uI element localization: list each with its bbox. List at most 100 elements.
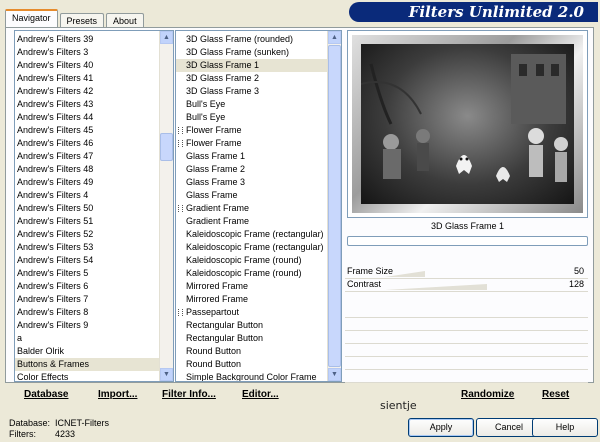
- filter-item[interactable]: Rectangular Button: [176, 319, 327, 332]
- tab-about[interactable]: About: [106, 13, 144, 28]
- category-item[interactable]: Andrew's Filters 46: [15, 137, 159, 150]
- filter-item[interactable]: 3D Glass Frame (rounded): [176, 33, 327, 46]
- filter-item-label: Glass Frame 2: [186, 164, 246, 174]
- category-list[interactable]: Andrew's Filters 39 Andrew's Filters 3 And…: [14, 30, 174, 382]
- category-scrollbar[interactable]: ▲ ▼: [159, 31, 173, 381]
- filter-item[interactable]: Round Button: [176, 345, 327, 358]
- filter-item[interactable]: Mirrored Frame: [176, 293, 327, 306]
- filter-item[interactable]: Passepartout: [176, 306, 327, 319]
- filter-item[interactable]: Rectangular Button: [176, 332, 327, 345]
- editor-button[interactable]: Editor...: [242, 389, 279, 400]
- filter-item[interactable]: Glass Frame 2: [176, 163, 327, 176]
- filter-item-label: Round Button: [186, 359, 242, 369]
- category-item[interactable]: Andrew's Filters 9: [15, 319, 159, 332]
- import-button[interactable]: Import...: [98, 389, 137, 400]
- filter-item[interactable]: 3D Glass Frame 3: [176, 85, 327, 98]
- status-area: Database: ICNET-Filters Filters: 4233: [9, 418, 109, 440]
- parameter-row[interactable]: Frame Size 50: [345, 265, 588, 279]
- category-item[interactable]: Andrew's Filters 41: [15, 72, 159, 85]
- filter-item[interactable]: Mirrored Frame: [176, 280, 327, 293]
- category-item[interactable]: Andrew's Filters 8: [15, 306, 159, 319]
- randomize-button[interactable]: Randomize: [461, 389, 514, 400]
- filter-item[interactable]: Flower Frame: [176, 124, 327, 137]
- category-item[interactable]: Color Effects: [15, 371, 159, 381]
- category-item[interactable]: Balder Olrik: [15, 345, 159, 358]
- category-item[interactable]: Buttons & Frames: [15, 358, 159, 371]
- category-item[interactable]: Andrew's Filters 47: [15, 150, 159, 163]
- category-item[interactable]: a: [15, 332, 159, 345]
- category-item[interactable]: Andrew's Filters 4: [15, 189, 159, 202]
- empty-parameter-row: [345, 343, 588, 357]
- filter-item[interactable]: Gradient Frame: [176, 215, 327, 228]
- help-button[interactable]: Help: [532, 418, 598, 437]
- filter-item[interactable]: Kaleidoscopic Frame (rectangular): [176, 241, 327, 254]
- category-item[interactable]: Andrew's Filters 54: [15, 254, 159, 267]
- empty-parameter-row: [345, 330, 588, 344]
- filter-item[interactable]: Gradient Frame: [176, 202, 327, 215]
- scroll-down-button[interactable]: ▼: [160, 368, 173, 381]
- parameter-label: Frame Size: [347, 266, 394, 276]
- category-item[interactable]: Andrew's Filters 43: [15, 98, 159, 111]
- category-item[interactable]: Andrew's Filters 53: [15, 241, 159, 254]
- parameter-label: Contrast: [347, 279, 382, 289]
- category-item[interactable]: Andrew's Filters 40: [15, 59, 159, 72]
- category-items: Andrew's Filters 39 Andrew's Filters 3 And…: [15, 33, 159, 381]
- empty-parameter-row: [345, 304, 588, 318]
- category-item[interactable]: Andrew's Filters 49: [15, 176, 159, 189]
- empty-parameter-row: [345, 369, 588, 383]
- filter-item-label: Mirrored Frame: [186, 281, 249, 291]
- category-item[interactable]: Andrew's Filters 44: [15, 111, 159, 124]
- scroll-up-button[interactable]: ▲: [328, 31, 341, 44]
- tab-presets[interactable]: Presets: [59, 13, 105, 28]
- category-item[interactable]: Andrew's Filters 39: [15, 33, 159, 46]
- filter-item[interactable]: Bull's Eye: [176, 98, 327, 111]
- filter-item-label: Mirrored Frame: [186, 294, 249, 304]
- category-item[interactable]: Andrew's Filters 50: [15, 202, 159, 215]
- filter-item[interactable]: Bull's Eye: [176, 111, 327, 124]
- scroll-up-button[interactable]: ▲: [160, 31, 173, 44]
- filter-item[interactable]: Kaleidoscopic Frame (round): [176, 254, 327, 267]
- scroll-thumb[interactable]: [328, 45, 341, 367]
- filter-item[interactable]: 3D Glass Frame 2: [176, 72, 327, 85]
- filter-item[interactable]: 3D Glass Frame 1: [176, 59, 327, 72]
- database-button[interactable]: Database: [24, 389, 68, 400]
- category-item[interactable]: Andrew's Filters 42: [15, 85, 159, 98]
- filter-item-label: Glass Frame 1: [186, 151, 246, 161]
- filter-info-button[interactable]: Filter Info...: [162, 389, 216, 400]
- category-item[interactable]: Andrew's Filters 51: [15, 215, 159, 228]
- parameter-row[interactable]: Contrast 128: [345, 278, 588, 292]
- filter-item[interactable]: Simple Background Color Frame: [176, 371, 327, 381]
- filter-item-label: Round Button: [186, 346, 242, 356]
- parameter-slider[interactable]: [385, 265, 588, 278]
- filter-item[interactable]: Kaleidoscopic Frame (round): [176, 267, 327, 280]
- filter-item-label: Kaleidoscopic Frame (rectangular): [186, 242, 324, 252]
- filter-item[interactable]: Kaleidoscopic Frame (rectangular): [176, 228, 327, 241]
- filter-item-label: Rectangular Button: [186, 333, 264, 343]
- filter-scrollbar[interactable]: ▲ ▼: [327, 31, 341, 381]
- category-item[interactable]: Andrew's Filters 52: [15, 228, 159, 241]
- filter-item-label: Flower Frame: [186, 138, 242, 148]
- filter-item[interactable]: Round Button: [176, 358, 327, 371]
- tab-navigator[interactable]: Navigator: [5, 9, 58, 28]
- filter-item[interactable]: Glass Frame 1: [176, 150, 327, 163]
- category-item[interactable]: Andrew's Filters 48: [15, 163, 159, 176]
- filter-item[interactable]: Flower Frame: [176, 137, 327, 150]
- filter-item[interactable]: 3D Glass Frame (sunken): [176, 46, 327, 59]
- category-item[interactable]: Andrew's Filters 7: [15, 293, 159, 306]
- category-item[interactable]: Andrew's Filters 45: [15, 124, 159, 137]
- category-item[interactable]: Andrew's Filters 5: [15, 267, 159, 280]
- filter-group-marker-icon: [178, 309, 183, 317]
- filter-item-label: 3D Glass Frame 1: [186, 60, 260, 70]
- filter-item[interactable]: Glass Frame 3: [176, 176, 327, 189]
- parameter-slider[interactable]: [385, 278, 588, 291]
- category-item[interactable]: Andrew's Filters 3: [15, 46, 159, 59]
- category-item[interactable]: Andrew's Filters 6: [15, 280, 159, 293]
- filter-items: 3D Glass Frame (rounded) 3D Glass Frame (…: [176, 33, 327, 381]
- apply-button[interactable]: Apply: [408, 418, 474, 437]
- filter-item[interactable]: Glass Frame: [176, 189, 327, 202]
- preview-image: [361, 44, 574, 204]
- scroll-down-button[interactable]: ▼: [328, 368, 341, 381]
- reset-button[interactable]: Reset: [542, 389, 569, 400]
- scroll-thumb[interactable]: [160, 133, 173, 161]
- filter-list[interactable]: 3D Glass Frame (rounded) 3D Glass Frame (…: [175, 30, 342, 382]
